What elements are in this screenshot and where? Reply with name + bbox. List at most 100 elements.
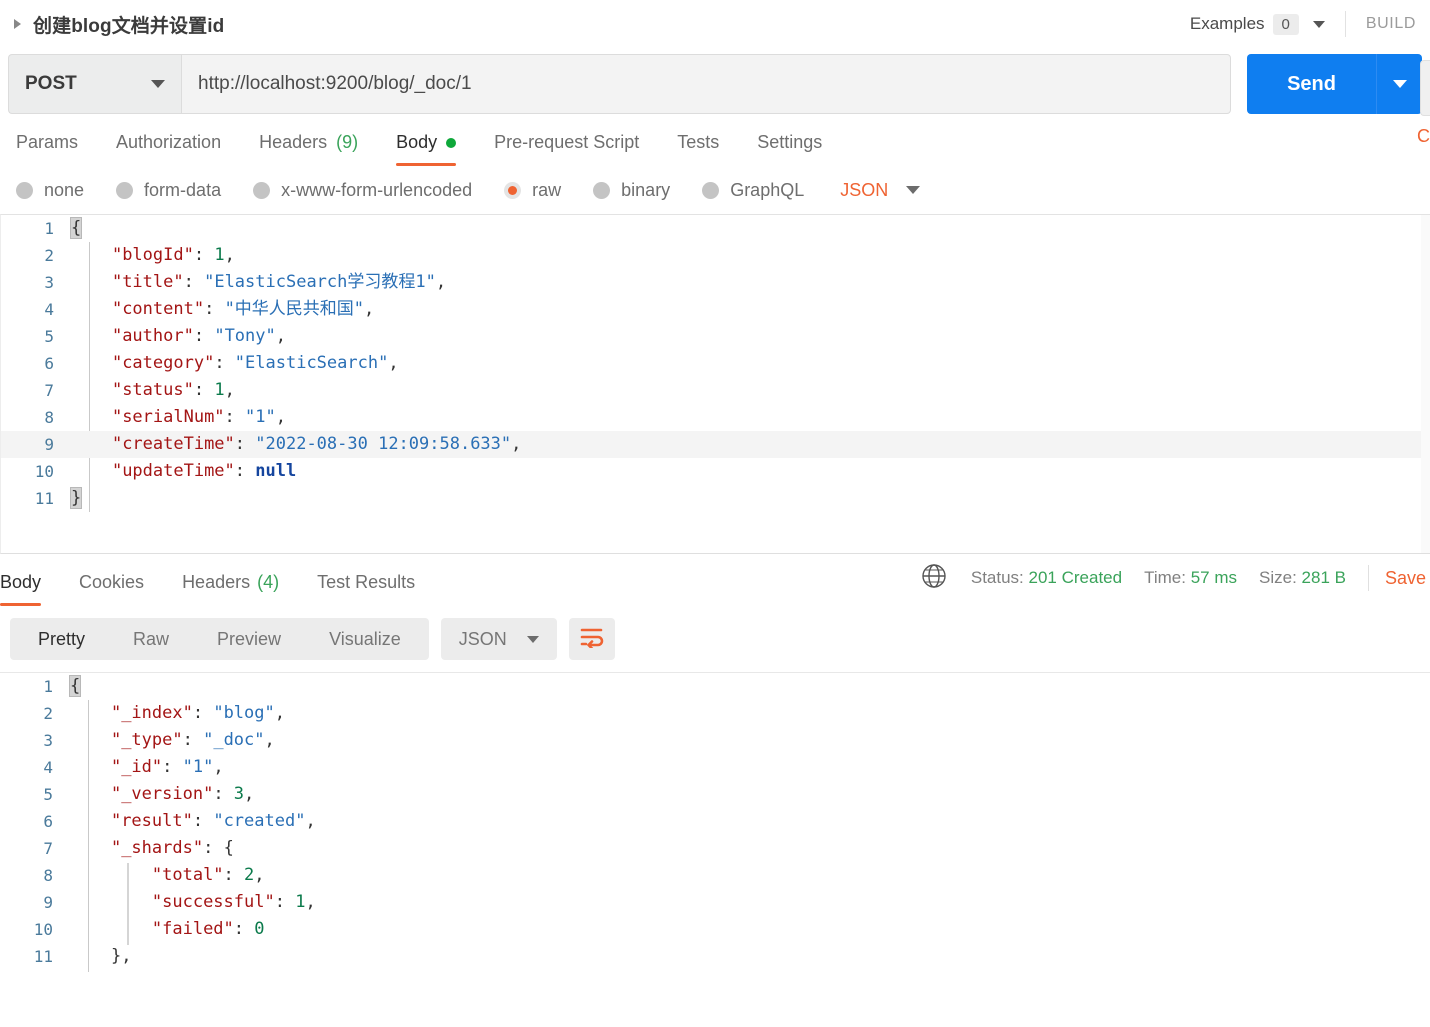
code-text: "result": "created", bbox=[70, 808, 316, 835]
code-text: "_id": "1", bbox=[70, 754, 224, 781]
code-token: "blog" bbox=[213, 703, 275, 723]
code-token: : bbox=[193, 326, 215, 346]
code-token: 2 bbox=[244, 865, 255, 885]
divider bbox=[1344, 11, 1346, 37]
code-token: "total" bbox=[151, 865, 224, 885]
line-number: 2 bbox=[44, 246, 54, 265]
code-token: , bbox=[254, 865, 265, 885]
view-visualize-button[interactable]: Visualize bbox=[305, 618, 425, 660]
response-tab-test-results[interactable]: Test Results bbox=[298, 572, 434, 606]
view-pretty-button[interactable]: Pretty bbox=[14, 618, 109, 660]
code-token: : bbox=[213, 784, 234, 804]
code-token: : bbox=[203, 838, 224, 858]
line-number: 3 bbox=[44, 273, 54, 292]
code-token: , bbox=[511, 434, 522, 454]
body-type-urlencoded[interactable]: x-www-form-urlencoded bbox=[253, 180, 472, 201]
method-selector[interactable]: POST bbox=[8, 54, 181, 114]
line-number: 4 bbox=[44, 300, 54, 319]
examples-count-badge: 0 bbox=[1272, 13, 1299, 35]
line-number: 6 bbox=[44, 354, 54, 373]
body-type-none[interactable]: none bbox=[16, 180, 84, 201]
body-type-raw[interactable]: raw bbox=[504, 180, 561, 201]
response-body-editor[interactable]: 1{2 "_index": "blog", 3 "_type": "_doc", 4… bbox=[0, 672, 1430, 972]
code-line: 3 "_type": "_doc", bbox=[0, 727, 1430, 754]
method-label: POST bbox=[25, 73, 77, 94]
request-body-editor[interactable]: 1{2 "blogId": 1, 3 "title": "ElasticSearc… bbox=[0, 214, 1430, 554]
code-line: 9 "createTime": "2022-08-30 12:09:58.633… bbox=[1, 431, 1430, 458]
line-number: 3 bbox=[43, 731, 53, 750]
code-text: }, bbox=[70, 943, 131, 970]
view-preview-button[interactable]: Preview bbox=[193, 618, 305, 660]
request-editor-scrollbar[interactable] bbox=[1421, 215, 1430, 553]
save-response-link[interactable]: Save bbox=[1385, 568, 1426, 589]
code-token: "failed" bbox=[151, 919, 234, 939]
tab-count: (9) bbox=[336, 132, 359, 152]
tab-label: Body bbox=[0, 572, 42, 592]
code-line: 4 "content": "中华人民共和国", bbox=[1, 296, 1430, 323]
url-input[interactable]: http://localhost:9200/blog/_doc/1 bbox=[181, 54, 1232, 114]
code-token: , bbox=[213, 757, 224, 777]
code-token: "updateTime" bbox=[111, 461, 235, 481]
code-line: 11} bbox=[1, 485, 1430, 512]
code-token: 1 bbox=[214, 380, 225, 400]
body-type-label: binary bbox=[621, 179, 671, 200]
tab-params[interactable]: Params bbox=[16, 132, 97, 166]
response-tab-cookies[interactable]: Cookies bbox=[60, 572, 163, 606]
tab-tests[interactable]: Tests bbox=[658, 132, 738, 166]
tab-label: Test Results bbox=[317, 572, 416, 592]
build-button[interactable]: BUILD bbox=[1366, 15, 1416, 33]
body-format-selector[interactable]: JSON bbox=[840, 180, 888, 201]
time-value: 57 ms bbox=[1190, 568, 1237, 587]
tab-body[interactable]: Body bbox=[377, 132, 475, 166]
code-line: 9 "successful": 1, bbox=[0, 889, 1430, 916]
response-tab-headers[interactable]: Headers (4) bbox=[163, 572, 298, 606]
radio-icon bbox=[593, 181, 611, 199]
line-number: 9 bbox=[44, 435, 54, 454]
code-token: null bbox=[255, 461, 297, 481]
body-type-binary[interactable]: binary bbox=[593, 180, 670, 201]
globe-icon[interactable] bbox=[921, 563, 947, 594]
wrap-lines-button[interactable] bbox=[568, 618, 615, 660]
code-token: { bbox=[69, 217, 83, 239]
tab-headers[interactable]: Headers (9) bbox=[240, 132, 377, 166]
code-token: "_shards" bbox=[110, 838, 204, 858]
code-token: "created" bbox=[213, 811, 306, 831]
tab-authorization[interactable]: Authorization bbox=[97, 132, 240, 166]
body-type-form-data[interactable]: form-data bbox=[116, 180, 221, 201]
view-raw-button[interactable]: Raw bbox=[109, 618, 193, 660]
code-token: : bbox=[192, 703, 214, 723]
tab-pre-request-script[interactable]: Pre-request Script bbox=[475, 132, 658, 166]
tab-settings[interactable]: Settings bbox=[738, 132, 841, 166]
tab-label: Params bbox=[16, 132, 79, 152]
cookies-link-cutoff[interactable]: C bbox=[1417, 126, 1430, 147]
send-options-button[interactable] bbox=[1376, 54, 1422, 114]
send-group: Send bbox=[1247, 54, 1422, 114]
chevron-down-icon[interactable] bbox=[1312, 20, 1325, 28]
save-button-cutoff[interactable] bbox=[1420, 60, 1430, 116]
code-token: , bbox=[224, 245, 235, 265]
line-number: 11 bbox=[34, 489, 54, 508]
code-token: "_index" bbox=[110, 703, 193, 723]
body-type-graphql[interactable]: GraphQL bbox=[702, 180, 804, 201]
code-token: "_type" bbox=[110, 730, 183, 750]
send-button[interactable]: Send bbox=[1247, 54, 1376, 114]
code-token: "createTime" bbox=[111, 434, 235, 454]
chevron-down-icon[interactable] bbox=[906, 186, 921, 194]
code-token: , bbox=[305, 892, 316, 912]
code-text: "createTime": "2022-08-30 12:09:58.633", bbox=[71, 431, 521, 458]
code-token: "中华人民共和国" bbox=[224, 299, 365, 319]
code-line: 10 "failed": 0 bbox=[0, 916, 1430, 943]
line-number: 8 bbox=[43, 866, 53, 885]
response-tab-body[interactable]: Body bbox=[0, 572, 60, 606]
triangle-right-icon[interactable] bbox=[14, 19, 21, 29]
response-format-selector[interactable]: JSON bbox=[440, 618, 557, 660]
